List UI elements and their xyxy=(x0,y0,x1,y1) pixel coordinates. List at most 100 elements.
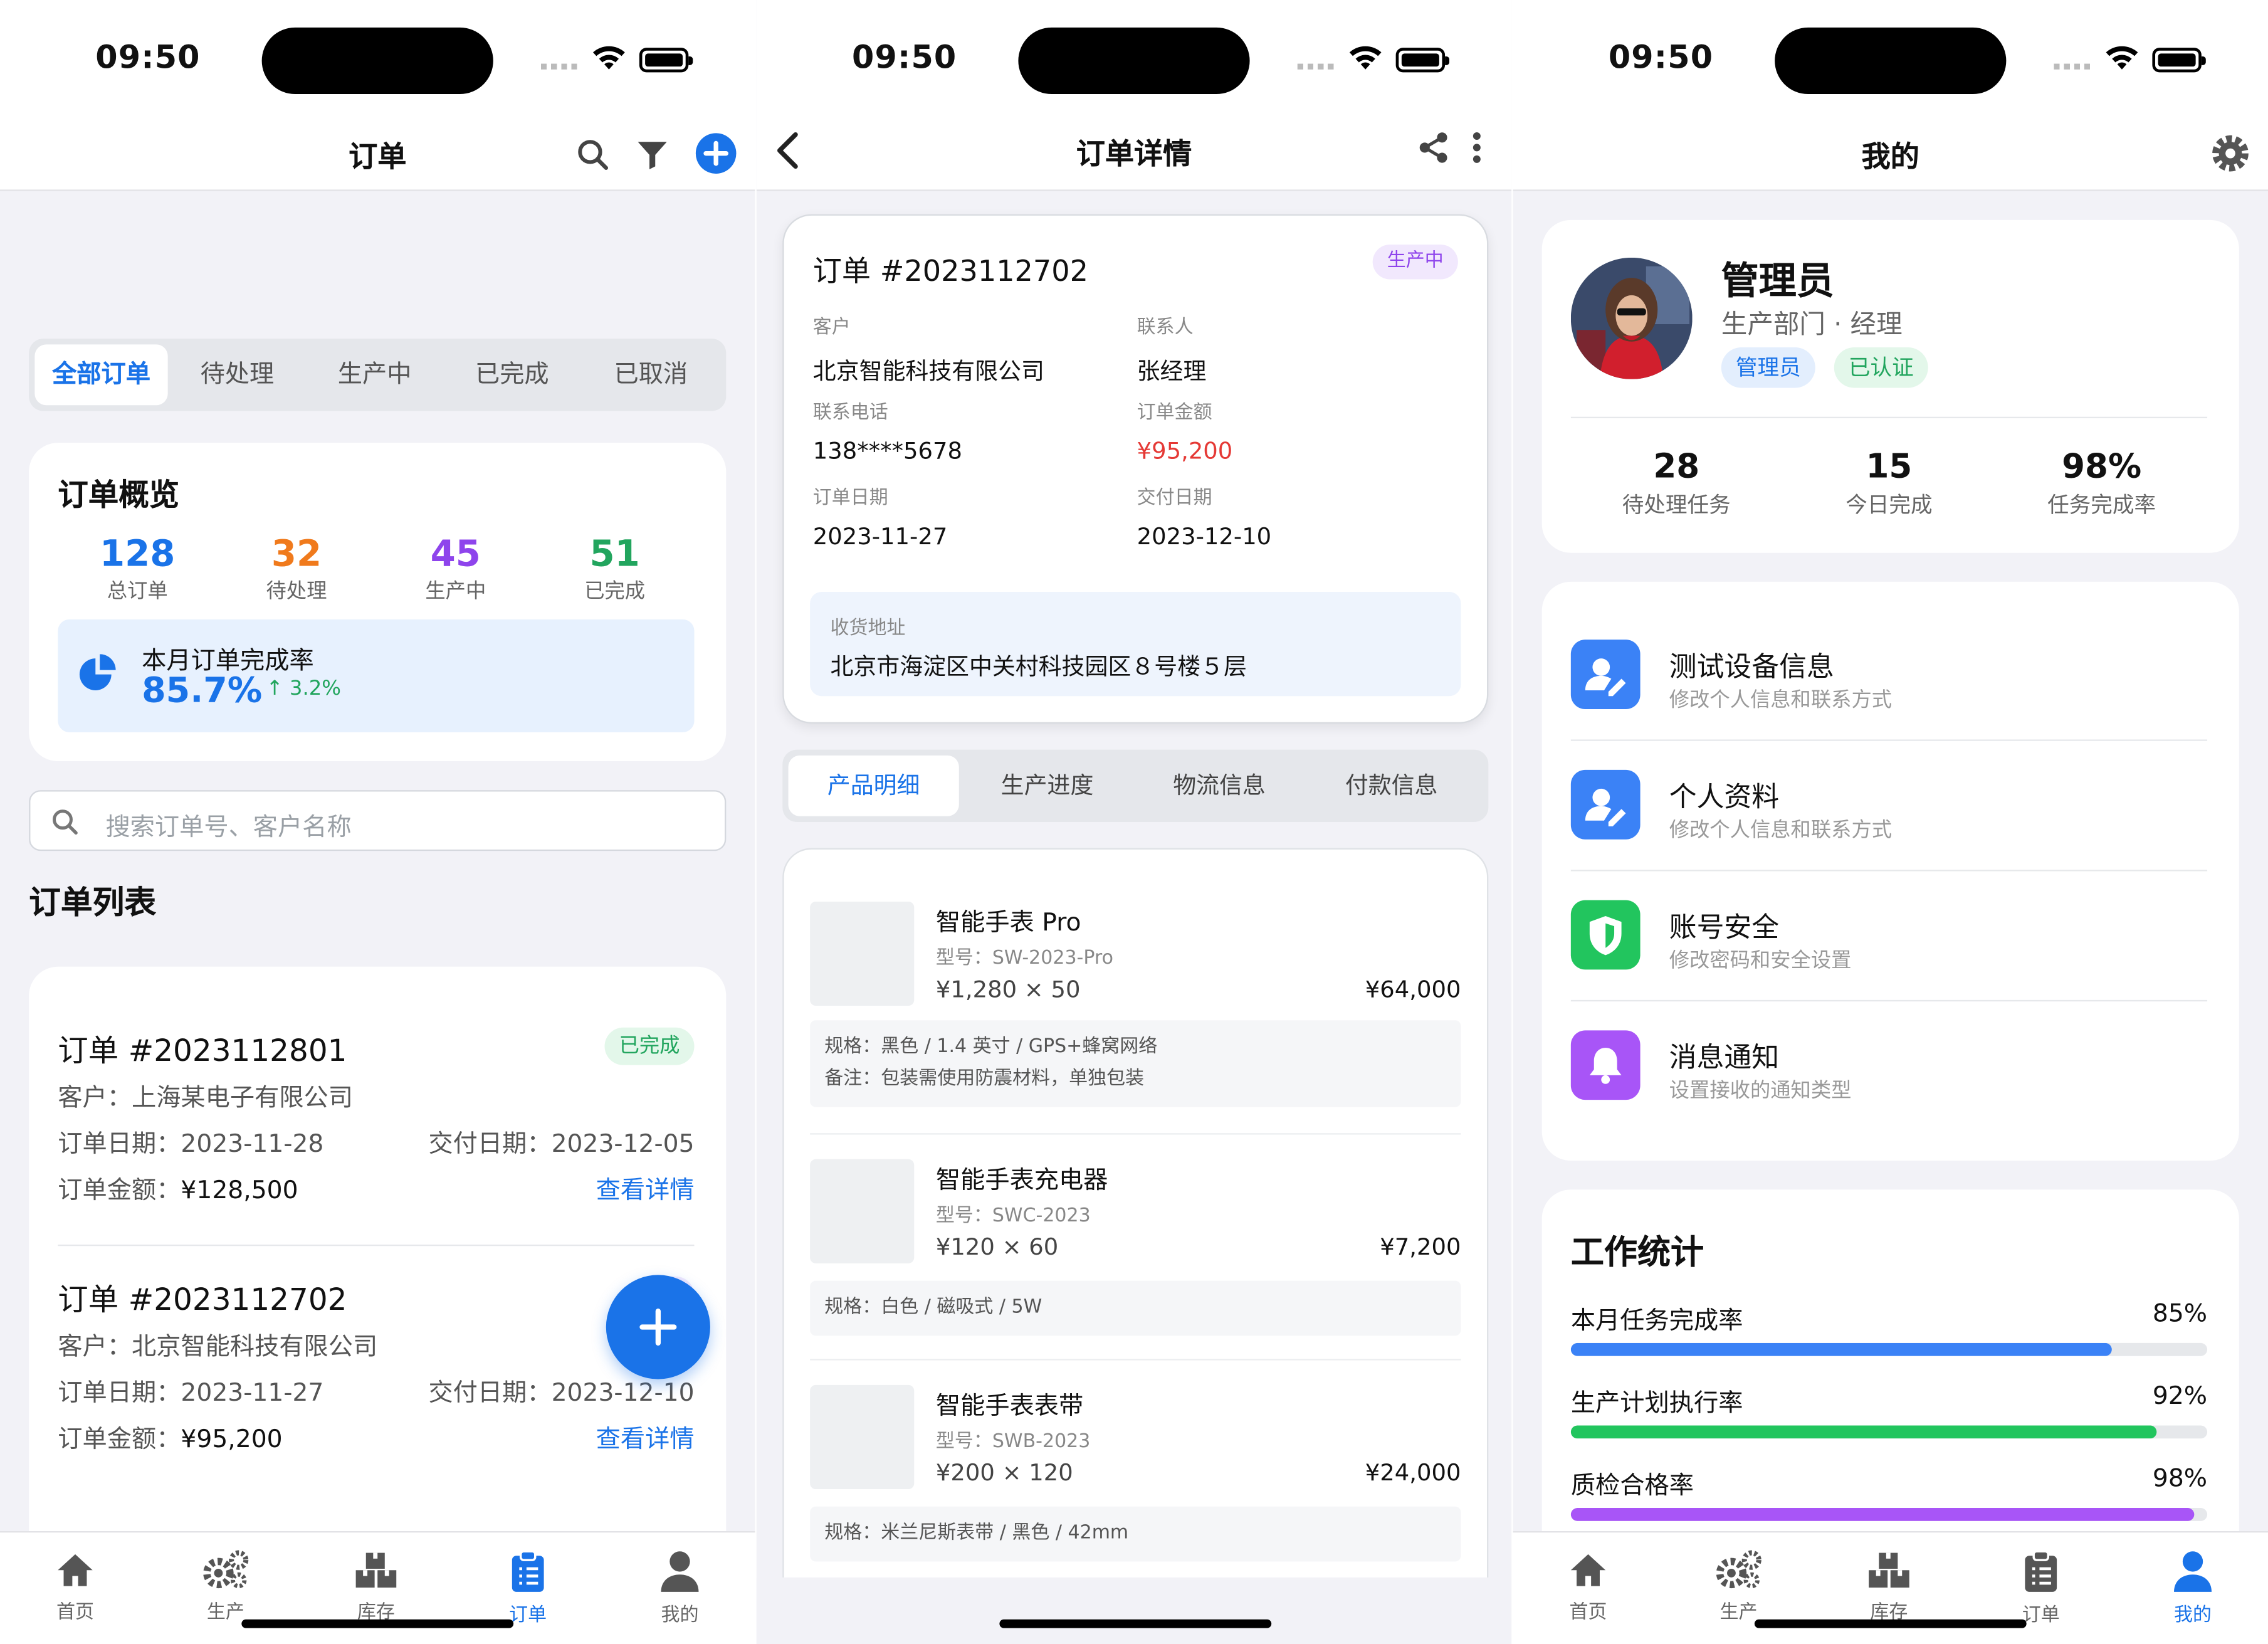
field-value: 张经理 xyxy=(1137,357,1207,385)
product-price-qty: ¥200 × 120 xyxy=(935,1458,1073,1487)
search-icon[interactable] xyxy=(575,137,610,172)
divider xyxy=(58,1244,695,1246)
menu-subtitle: 设置接收的通知类型 xyxy=(1669,1079,1852,1103)
filter-tab-all[interactable]: 全部订单 xyxy=(34,344,168,406)
order-item[interactable]: 订单 #2023112801 已完成 客户：上海某电子有限公司 订单日期：202… xyxy=(58,1027,695,1216)
filter-tab-cancelled[interactable]: 已取消 xyxy=(584,344,717,405)
menu-item-notifications[interactable]: 消息通知 设置接收的通知类型 xyxy=(1570,1001,2207,1132)
stat-pending-tasks: 28 待处理任务 xyxy=(1582,449,1770,520)
signal-icon xyxy=(2054,63,2092,70)
order-status-filter: 全部订单 待处理 生产中 已完成 已取消 xyxy=(29,339,727,411)
product-name: 智能手表表带 xyxy=(935,1392,1084,1421)
tab-profile[interactable]: 我的 xyxy=(622,1550,738,1626)
avatar[interactable] xyxy=(1570,257,1693,379)
search-icon xyxy=(53,809,78,835)
stat-completed: 51 已完成 xyxy=(535,532,695,604)
amount-label: 订单金额： xyxy=(58,1176,181,1206)
delivery-date: 交付日期：2023-12-05 xyxy=(428,1130,695,1159)
order-number: 订单 #2023112702 xyxy=(812,253,1089,288)
nav-bar: 订单 xyxy=(0,119,755,191)
amount-value: ¥95,200 xyxy=(181,1425,283,1455)
field-value: 2023-12-10 xyxy=(1137,522,1272,551)
tab-home[interactable]: 首页 xyxy=(1530,1550,1646,1624)
product-item[interactable]: 智能手表表带 型号：SWB-2023 ¥200 × 120 ¥24,000 规格… xyxy=(810,1384,1461,1562)
wifi-icon xyxy=(2106,46,2138,70)
stat-label: 今日完成 xyxy=(1845,492,1933,519)
tab-profile[interactable]: 我的 xyxy=(2135,1550,2251,1626)
address-value: 北京市海淀区中关村科技园区８号楼５层 xyxy=(830,652,1247,680)
home-indicator xyxy=(1754,1619,2027,1628)
field-label: 订单金额 xyxy=(1137,402,1212,424)
menu-item-profile[interactable]: 个人资料 修改个人信息和联系方式 xyxy=(1570,741,2208,872)
field-label: 订单日期 xyxy=(812,487,888,510)
product-image xyxy=(810,1384,915,1490)
stat-label: 任务完成率 xyxy=(2047,492,2156,519)
order-date: 订单日期：2023-11-28 xyxy=(58,1130,324,1159)
order-item[interactable]: 订单 #2023112702 客户：北京智能科技有限公司 订单日期：2023-1… xyxy=(58,1276,695,1465)
search-input[interactable]: 搜索订单号、客户名称 xyxy=(29,790,727,851)
divider xyxy=(1570,416,2208,419)
tab-home[interactable]: 首页 xyxy=(18,1550,134,1624)
menu-subtitle: 修改个人信息和联系方式 xyxy=(1669,819,1893,843)
menu-title: 账号安全 xyxy=(1669,912,1780,944)
tab-production-progress[interactable]: 生产进度 xyxy=(962,756,1132,816)
wifi-icon xyxy=(593,46,625,70)
signal-icon xyxy=(1297,63,1335,70)
progress-fill xyxy=(1570,1425,2156,1439)
dynamic-island xyxy=(261,27,493,95)
dynamic-island xyxy=(1775,27,2007,95)
product-item[interactable]: 智能手表充电器 型号：SWC-2023 ¥120 × 60 ¥7,200 规格：… xyxy=(810,1159,1461,1336)
menu-title: 个人资料 xyxy=(1669,781,1780,814)
divider xyxy=(810,1359,1461,1361)
tab-payment[interactable]: 付款信息 xyxy=(1306,756,1477,816)
order-overview-card: 订单概览 128 总订单 32 待处理 45 生产中 51 已完成 本月订单完成… xyxy=(29,443,727,762)
stat-label: 生产中 xyxy=(425,580,486,604)
add-circle-icon[interactable] xyxy=(695,132,738,175)
tab-label: 生产 xyxy=(1719,1602,1758,1624)
orders-screen: 09:50 订单 全部订单 待处理 生产中 已完成 已取消 订单概览 128 总… xyxy=(0,0,755,1644)
tab-inventory[interactable]: 库存 xyxy=(318,1550,434,1624)
tab-production[interactable]: 生产 xyxy=(168,1550,284,1624)
menu-item-security[interactable]: 账号安全 修改密码和安全设置 xyxy=(1570,871,2208,1002)
stat-pending: 32 待处理 xyxy=(217,532,376,604)
field-amount: 订单金额 ¥95,200 xyxy=(1137,396,1233,465)
field-value: 2023-11-27 xyxy=(812,522,948,551)
gears-icon xyxy=(203,1550,249,1589)
product-price-qty: ¥1,280 × 50 xyxy=(935,975,1081,1003)
tab-label: 我的 xyxy=(661,1604,699,1627)
progress-fill xyxy=(1570,1508,2195,1521)
product-item[interactable]: 智能手表 Pro 型号：SW-2023-Pro ¥1,280 × 50 ¥64,… xyxy=(810,901,1461,1110)
field-order-date: 订单日期 2023-11-27 xyxy=(813,482,948,550)
progress-percent: 85% xyxy=(2152,1299,2208,1329)
view-detail-link[interactable]: 查看详情 xyxy=(596,1169,695,1205)
add-order-button[interactable] xyxy=(606,1275,710,1379)
share-icon[interactable] xyxy=(1416,130,1451,165)
tab-production[interactable]: 生产 xyxy=(1681,1550,1797,1624)
settings-gear-icon[interactable] xyxy=(2210,133,2251,174)
order-number: 订单 #2023112801 xyxy=(58,1033,347,1068)
more-icon[interactable] xyxy=(1471,132,1483,164)
order-list-title: 订单列表 xyxy=(29,885,157,922)
tab-orders[interactable]: 订单 xyxy=(1983,1550,2099,1626)
tab-label: 订单 xyxy=(509,1604,547,1627)
nav-bar: 订单详情 xyxy=(756,119,1512,191)
filter-icon[interactable] xyxy=(636,139,668,171)
progress-track xyxy=(1570,1342,2208,1356)
menu-item-device-info[interactable]: 测试设备信息 修改个人信息和联系方式 xyxy=(1570,611,2208,741)
tab-inventory[interactable]: 库存 xyxy=(1831,1550,1947,1624)
user-edit-icon xyxy=(1570,640,1641,709)
rate-value: 85.7% xyxy=(142,670,263,711)
tab-logistics[interactable]: 物流信息 xyxy=(1134,756,1305,816)
tab-orders[interactable]: 订单 xyxy=(470,1550,586,1626)
filter-tab-pending[interactable]: 待处理 xyxy=(171,344,303,405)
tab-label: 订单 xyxy=(2022,1604,2060,1627)
filter-tab-producing[interactable]: 生产中 xyxy=(308,344,441,405)
filter-tab-completed[interactable]: 已完成 xyxy=(446,344,579,405)
tab-product-detail[interactable]: 产品明细 xyxy=(788,755,959,816)
stat-today-done: 15 今日完成 xyxy=(1795,449,1983,520)
field-value: ¥95,200 xyxy=(1137,437,1233,465)
view-detail-link[interactable]: 查看详情 xyxy=(596,1418,695,1454)
shield-icon xyxy=(1570,900,1641,970)
product-model: 型号：SW-2023-Pro xyxy=(935,947,1113,970)
progress-fill xyxy=(1570,1342,2112,1356)
